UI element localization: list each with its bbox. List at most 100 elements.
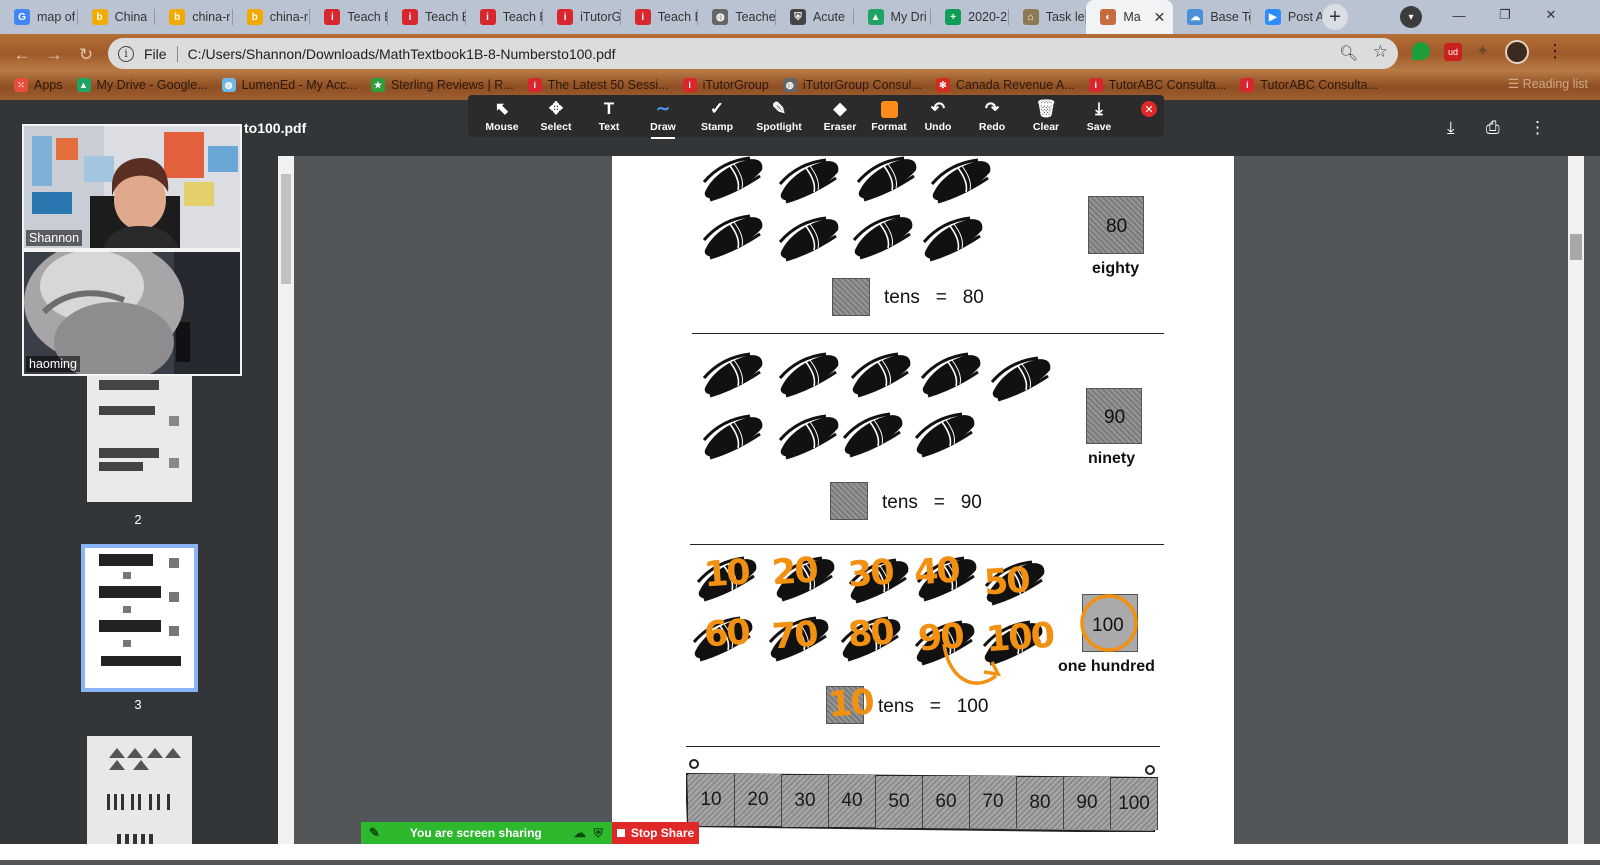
document-scrollbar[interactable] <box>1568 156 1584 844</box>
bookmark-item[interactable]: i iTutorGroup <box>682 78 769 92</box>
bookmark-item[interactable]: i TutorABC Consulta... <box>1088 78 1227 92</box>
page-thumbnail-2[interactable] <box>87 376 192 502</box>
check-icon: ✓ <box>709 99 725 118</box>
tab-title: Acute <box>812 10 845 24</box>
browser-tab[interactable]: b China <box>78 0 156 34</box>
reading-list[interactable]: ☰ Reading list <box>1508 76 1588 91</box>
page-thumbnail-3[interactable] <box>81 544 198 692</box>
browser-tab[interactable]: ▶ Post At <box>1251 0 1329 34</box>
browser-tab[interactable]: ◍ Teache <box>698 0 776 34</box>
browser-tab[interactable]: ▲ My Dri <box>854 0 932 34</box>
ink-arrowhead <box>983 661 1002 677</box>
print-icon[interactable]: ⎙ <box>1486 118 1500 138</box>
browser-tab[interactable]: +2020-2 <box>931 0 1009 34</box>
tool-spotlight[interactable]: ✎ Spotlight <box>754 99 804 133</box>
restore-icon[interactable]: ❐ <box>1482 0 1528 30</box>
tab-title: Base Te <box>1210 10 1251 24</box>
tool-clear[interactable]: 🗑︎ Clear <box>1021 99 1071 133</box>
new-tab-plus-icon[interactable]: + <box>1322 4 1348 30</box>
strip-cell: 80 <box>1017 776 1064 829</box>
tab-search-chevron-icon[interactable]: ▾ <box>1400 6 1422 28</box>
browser-tab[interactable]: ◐ Ma ✕ <box>1086 0 1174 34</box>
doc-icon: ⌂ <box>1022 9 1039 25</box>
format-icon <box>864 99 914 119</box>
bookmark-label: TutorABC Consulta... <box>1260 78 1378 92</box>
tab-title: Task le <box>1045 10 1085 24</box>
close-annotation-icon[interactable]: ✕ <box>1141 101 1157 117</box>
tab-title: My Dri <box>890 10 927 24</box>
info-icon[interactable]: i <box>118 45 134 62</box>
bookmark-star-icon[interactable]: ☆ <box>1373 42 1388 62</box>
evernote-extension-icon[interactable] <box>1412 42 1430 60</box>
stop-share-button[interactable]: Stop Share <box>612 822 699 844</box>
tool-select[interactable]: ✥ Select <box>531 99 581 133</box>
browser-tab[interactable]: ⛨ Acute <box>776 0 854 34</box>
bookmark-item[interactable]: ⁙ Apps <box>14 78 63 92</box>
video-tile-shannon[interactable]: Shannon <box>22 124 242 250</box>
browser-tab[interactable]: i Teach E <box>388 0 466 34</box>
pdf-title: to100.pdf <box>244 120 307 136</box>
video-tile-haoming[interactable]: haoming <box>22 250 242 376</box>
browser-tab[interactable]: ☁ Base Te <box>1173 0 1251 34</box>
bookmark-item[interactable]: ★ Sterling Reviews | R... <box>370 78 514 92</box>
strip-cell: 30 <box>782 774 829 827</box>
thumbnail-scrollbar[interactable] <box>278 156 294 844</box>
shield-check-icon[interactable]: ⛨ <box>594 826 603 841</box>
tool-format[interactable]: Format <box>864 99 914 133</box>
extensions-puzzle-icon[interactable]: ✦ <box>1476 43 1494 61</box>
bookmark-label: My Drive - Google... <box>96 78 208 92</box>
browser-tab[interactable]: b china-r <box>233 0 311 34</box>
redo-icon: ↷ <box>984 99 1000 118</box>
profile-avatar[interactable] <box>1505 40 1529 64</box>
share-status-text: You are screen sharing <box>409 826 542 840</box>
bookmark-item[interactable]: ▲ My Drive - Google... <box>76 78 208 92</box>
cloud-icon[interactable]: ☁ <box>574 826 586 840</box>
i-logo-icon: i <box>634 9 651 25</box>
tool-label: Format <box>871 121 907 133</box>
tool-redo[interactable]: ↷ Redo <box>967 99 1017 133</box>
tab-close-icon[interactable]: ✕ <box>1154 9 1166 26</box>
page-thumbnail-4[interactable] <box>87 736 192 860</box>
back-icon[interactable]: ← <box>8 41 36 69</box>
forward-icon[interactable]: → <box>40 41 68 69</box>
browser-tab[interactable]: ⌂ Task le <box>1009 0 1087 34</box>
pdf-menu-kebab-icon[interactable]: ⋮ <box>1529 118 1546 138</box>
tool-text[interactable]: T Text <box>584 99 634 133</box>
browser-tab[interactable]: b china-r <box>155 0 233 34</box>
tool-undo[interactable]: ↶ Undo <box>913 99 963 133</box>
tool-save[interactable]: ⤓ Save <box>1074 99 1124 133</box>
bookmark-label: Sterling Reviews | R... <box>390 78 514 92</box>
bookmark-item[interactable]: i The Latest 50 Sessi... <box>527 78 669 92</box>
tool-mouse[interactable]: ⬉ Mouse <box>477 99 527 133</box>
menu-kebab-icon[interactable]: ⋮ <box>1546 42 1564 60</box>
share-status[interactable]: ✎ You are screen sharing ☁ ⛨ <box>361 822 612 844</box>
tool-eraser[interactable]: ◆ Eraser <box>815 99 865 133</box>
download-icon[interactable]: ⤓ <box>1447 118 1455 138</box>
address-bar[interactable]: i File C:/Users/Shannon/Downloads/MathTe… <box>108 38 1398 69</box>
browser-tab[interactable]: Gmap of <box>0 0 78 34</box>
close-window-icon[interactable]: ✕ <box>1528 0 1574 30</box>
thumbnail-scroll-thumb[interactable] <box>281 174 291 284</box>
tab-list: Gmap ofbChinabchina-rbchina-riTeach EiTe… <box>0 0 1329 34</box>
thumbnail-3-content <box>85 548 194 688</box>
tool-stamp[interactable]: ✓ Stamp <box>692 99 742 133</box>
bookmark-item[interactable]: i TutorABC Consulta... <box>1240 78 1378 92</box>
bookmark-label: TutorABC Consulta... <box>1108 78 1227 92</box>
eraser-icon: ◆ <box>833 99 847 118</box>
reload-icon[interactable]: ↻ <box>72 41 100 69</box>
zoom-magnifier-icon[interactable]: 🔍︎ <box>1339 44 1358 62</box>
tool-label: Eraser <box>823 121 857 133</box>
bookmark-item[interactable]: ◍ LumenEd - My Acc... <box>221 78 357 92</box>
tool-draw[interactable]: ∼ Draw <box>638 99 688 139</box>
bookmark-item[interactable]: ✻ Canada Revenue A... <box>935 78 1075 92</box>
browser-tab[interactable]: i Teach E <box>310 0 388 34</box>
thumbnail-2-number: 2 <box>134 512 142 527</box>
ublock-extension-icon[interactable]: ud <box>1444 43 1462 61</box>
sharing-pin-icon[interactable]: ✎ <box>369 825 380 841</box>
browser-tab[interactable]: i iTutorG <box>543 0 621 34</box>
bookmark-item[interactable]: ◍ iTutorGroup Consul... <box>782 78 922 92</box>
browser-tab[interactable]: i Teach E <box>466 0 543 34</box>
document-scroll-thumb[interactable] <box>1570 234 1582 260</box>
minimize-icon[interactable]: — <box>1436 0 1482 30</box>
browser-tab[interactable]: i Teach E <box>621 0 698 34</box>
